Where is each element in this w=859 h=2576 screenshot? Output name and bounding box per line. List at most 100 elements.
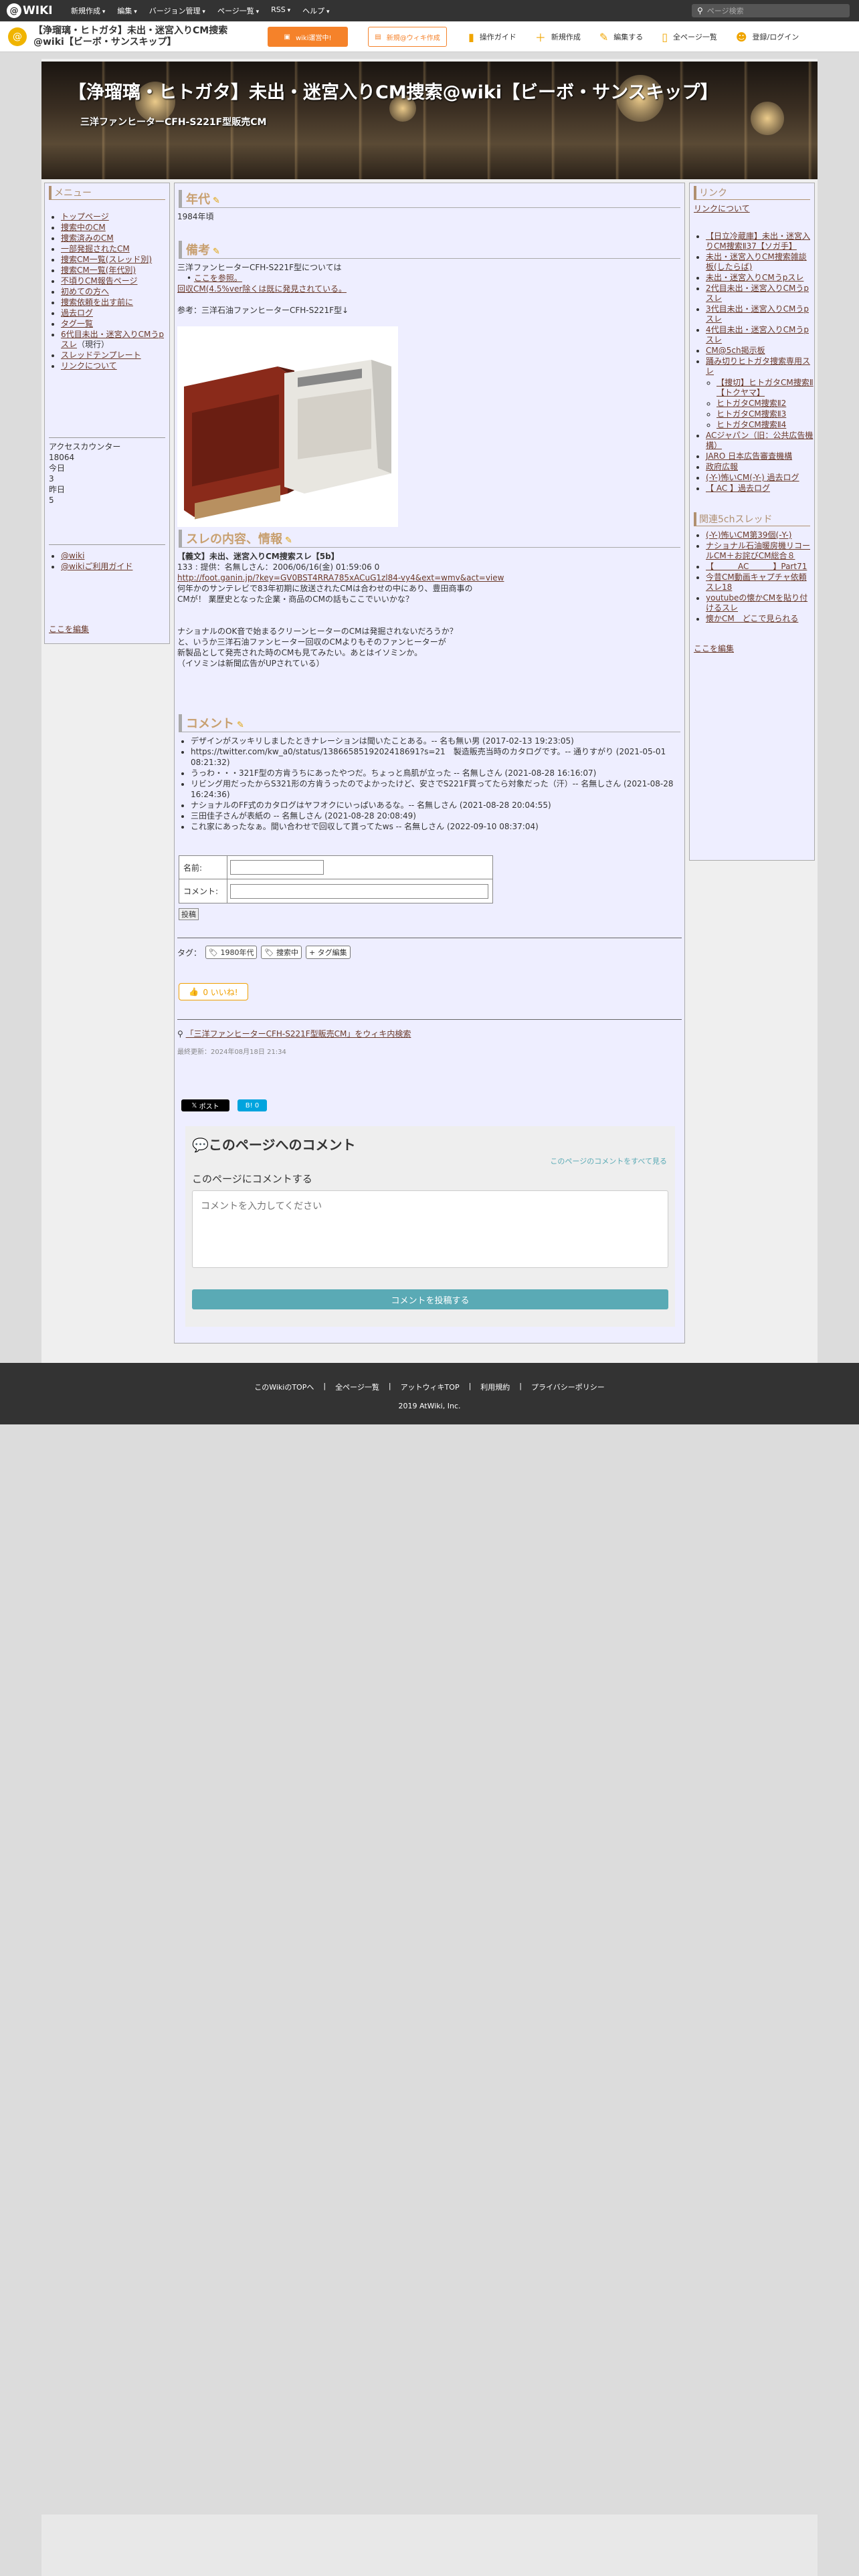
thread-link[interactable]: 未出・迷宮入りCMうpスレ — [706, 273, 803, 282]
list-item: ナショナル石油暖房機リコールCM＋お詫びCM総合８ — [706, 541, 814, 561]
thread-link[interactable]: 【捜切】ヒトガタCM捜索Ⅱ【トクヤマ】 — [717, 378, 814, 397]
atwiki-logo[interactable]: @ WIKI — [7, 3, 63, 18]
new-link[interactable]: ＋ 新規作成 — [535, 29, 581, 45]
menu-link[interactable]: リンクについて — [61, 361, 117, 370]
thread-link[interactable]: ヒトガタCM捜索Ⅱ2 — [717, 399, 786, 408]
menu-link[interactable]: トップページ — [61, 212, 109, 221]
edit-pencil-icon[interactable]: ✎ — [213, 247, 220, 257]
comment-input[interactable] — [230, 883, 488, 899]
x-post-button[interactable]: 𝕏 ポスト — [181, 1099, 229, 1111]
related-link[interactable]: 【 AC 】Part71 — [706, 562, 807, 571]
reference-link[interactable]: ここを参照。 — [194, 274, 242, 283]
wiki-title[interactable]: 【浄瑠璃・ヒトガタ】未出・迷宮入りCM捜索 @wiki【ビーボ・サンスキップ】 — [33, 25, 281, 48]
thread-link[interactable]: ヒトガタCM捜索Ⅱ4 — [717, 420, 786, 429]
related-link[interactable]: 今昔CM動画キャプチャ依頼スレ18 — [706, 572, 807, 592]
see-all-comments-link[interactable]: このページのコメントをすべて見る — [550, 1156, 667, 1166]
guide-link[interactable]: ▮ 操作ガイド — [468, 31, 516, 43]
login-link[interactable]: ☻ 登録/ログイン — [736, 31, 799, 43]
menu-rss[interactable]: RSS — [271, 5, 290, 16]
all-pages-link[interactable]: ▯ 全ページ一覧 — [662, 31, 717, 43]
page-comment-input[interactable] — [192, 1190, 668, 1268]
recall-cm-link[interactable]: 回収CM(4.5%ver除くは既に発見されている。 — [177, 284, 347, 294]
tag-text: 捜索中 — [276, 948, 298, 957]
tag-1980s[interactable]: 🏷 1980年代 — [205, 946, 258, 959]
menu-link[interactable]: 一部発掘されたCM — [61, 244, 130, 253]
edit-pencil-icon[interactable]: ✎ — [213, 196, 220, 206]
list-item: 6代目未出・迷宮入りCMうpスレ（現行） — [61, 330, 169, 350]
name-row: 名前: — [179, 855, 492, 879]
atwiki-link[interactable]: @wiki — [61, 551, 84, 560]
menu-pages[interactable]: ページ一覧 — [217, 5, 259, 16]
tag-searching[interactable]: 🏷 捜索中 — [261, 946, 302, 959]
related-link[interactable]: youtubeの懐かCMを貼り付けるスレ — [706, 593, 807, 613]
right-links: リンク リンクについて 【日立冷蔵庫】未出・迷宮入りCM捜索Ⅱ37【ソガ手】 未… — [689, 183, 815, 861]
external-link[interactable]: ACジャパン（旧：公共広告機構） — [706, 431, 813, 450]
comment-item: うっわ・・・321F型の方肯うちにあったやつだ。ちょっと鳥肌が立った -- 名無… — [191, 768, 679, 778]
top-bar: @WIKI 新規作成 編集 バージョン管理 ページ一覧 RSS ヘルプ ⚲ページ… — [0, 0, 859, 21]
menu-link[interactable]: 捜索CM一覧(スレッド別) — [61, 255, 152, 264]
footer-link-pages[interactable]: 全ページ一覧 — [335, 1382, 379, 1392]
x-post-label: ポスト — [199, 1103, 219, 1111]
thread-link[interactable]: CM@5ch掲示板 — [706, 346, 765, 355]
footer-link-terms[interactable]: 利用規約 — [480, 1382, 510, 1392]
menu-link[interactable]: タグ一覧 — [61, 319, 93, 328]
video-link[interactable]: http://foot.ganin.jp/?key=GV0BST4RRA785x… — [177, 573, 504, 582]
external-link[interactable]: (-Y-)怖いCM(-Y-) 過去ログ — [706, 473, 799, 482]
thread-link[interactable]: 2代目未出・迷宮入りCMうpスレ — [706, 284, 809, 303]
create-wiki-button[interactable]: ▤ 新規@ウィキ作成 — [368, 27, 447, 47]
tag-line: タグ： 🏷 1980年代 🏷 捜索中 + タグ編集 — [177, 946, 351, 959]
like-button[interactable]: 👍 0 いいね! — [179, 983, 248, 1000]
menu-edit[interactable]: 編集 — [117, 5, 136, 16]
menu-link[interactable]: 捜索中のCM — [61, 223, 106, 232]
thread-link[interactable]: 3代目未出・迷宮入りCMうpスレ — [706, 304, 809, 324]
name-input[interactable] — [230, 860, 324, 875]
list-item: 初めての方へ — [61, 287, 169, 297]
related-link[interactable]: (-Y-)怖いCM第39個(-Y-) — [706, 530, 791, 540]
external-link[interactable]: JARO 日本広告審査機構 — [706, 451, 792, 461]
thread-link[interactable]: 【日立冷蔵庫】未出・迷宮入りCM捜索Ⅱ37【ソガ手】 — [706, 231, 810, 251]
section-era: 年代 ✎ — [179, 190, 680, 208]
comment-item: 三田佳子さんが表紙の -- 名無しさん (2021-08-28 20:08:49… — [191, 811, 679, 821]
footer-link-top[interactable]: このWikiのTOPへ — [254, 1382, 314, 1392]
edit-here-link[interactable]: ここを編集 — [694, 643, 814, 654]
edit-here-link[interactable]: ここを編集 — [49, 623, 89, 635]
edit-pencil-icon[interactable]: ✎ — [237, 720, 244, 730]
menu-version[interactable]: バージョン管理 — [149, 5, 205, 16]
menu-link[interactable]: 初めての方へ — [61, 287, 109, 296]
menu-new[interactable]: 新規作成 — [71, 5, 105, 16]
about-links[interactable]: リンクについて — [694, 203, 814, 214]
menu-link[interactable]: 過去ログ — [61, 308, 93, 318]
page-search-input[interactable]: ⚲ ページ検索 — [692, 4, 850, 17]
edit-link[interactable]: ✎ 編集する — [599, 31, 643, 43]
login-label: 登録/ログイン — [752, 33, 799, 41]
footer-link-atwiki[interactable]: アットウィキTOP — [401, 1382, 460, 1392]
menu-link[interactable]: 捜索CM一覧(年代別) — [61, 265, 136, 275]
thread-link[interactable]: ヒトガタCM捜索Ⅱ3 — [717, 409, 786, 419]
related-link[interactable]: ナショナル石油暖房機リコールCM＋お詫びCM総合８ — [706, 541, 810, 560]
list-item: 今昔CM動画キャプチャ依頼スレ18 — [706, 572, 814, 593]
guide-link[interactable]: @wikiご利用ガイド — [61, 562, 132, 571]
wiki-search-link[interactable]: 「三洋ファンヒーターCFH-S221F型販売CM」をウィキ内検索 — [186, 1029, 411, 1039]
related-link[interactable]: 懐かCM どこで見られる — [706, 614, 798, 623]
menu-help[interactable]: ヘルプ — [302, 5, 329, 16]
thread-link[interactable]: 4代目未出・迷宮入りCMうpスレ — [706, 325, 809, 344]
external-link[interactable]: 政府広報 — [706, 462, 738, 471]
footer-link-privacy[interactable]: プライバシーポリシー — [531, 1382, 605, 1392]
menu-link[interactable]: 不頃りCM報告ページ — [61, 276, 138, 286]
comment-item: リビング用だったからS321形の方肯うったのでよかったけど、安さでS221F買っ… — [191, 778, 679, 800]
menu-link[interactable]: スレッドテンプレート — [61, 350, 141, 360]
edit-pencil-icon[interactable]: ✎ — [285, 536, 292, 546]
menu-link[interactable]: 捜索依頼を出す前に — [61, 298, 133, 307]
submit-comment-button[interactable]: コメントを投稿する — [192, 1289, 668, 1309]
search-icon: ⚲ — [697, 6, 703, 15]
thread-link[interactable]: 未出・迷宮入りCM捜索雑談板(したらば) — [706, 252, 807, 272]
external-link[interactable]: 【 AC 】過去ログ — [706, 484, 770, 493]
list-item: 2代目未出・迷宮入りCMうpスレ — [706, 284, 814, 304]
tag-edit-button[interactable]: + タグ編集 — [305, 946, 351, 959]
menu-link[interactable]: 捜索済みのCM — [61, 233, 114, 243]
wiki-running-button[interactable]: ▣ wiki運営中! — [268, 27, 348, 47]
thread-link[interactable]: 踊み切りヒトガタ捜索専用スレ — [706, 356, 810, 376]
hatena-button[interactable]: B! 0 — [237, 1099, 267, 1111]
banner-subtitle: 三洋ファンヒーターCFH-S221F型販売CM — [80, 117, 267, 128]
post-button[interactable]: 投稿 — [179, 908, 199, 920]
